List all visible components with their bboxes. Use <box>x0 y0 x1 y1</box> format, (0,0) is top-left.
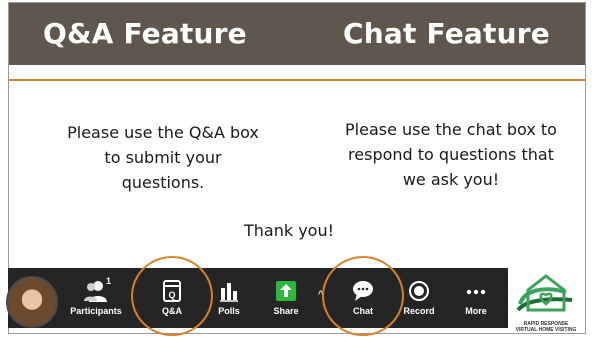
chat-feature-title: Chat Feature <box>343 17 550 50</box>
polls-icon <box>220 283 238 302</box>
qa-instructions: Please use the Q&A box to submit your qu… <box>67 123 259 192</box>
avatar <box>6 276 58 328</box>
chat-instructions: Please use the chat box to respond to qu… <box>345 120 557 189</box>
accent-divider <box>9 79 585 81</box>
record-icon <box>409 281 429 301</box>
house-logo-icon <box>516 274 573 312</box>
more-label: More <box>465 306 487 316</box>
share-button[interactable]: Share <box>256 274 316 324</box>
rapid-response-logo: RAPID RESPONSE VIRTUAL HOME VISITING <box>514 270 578 333</box>
more-button[interactable]: More <box>446 274 506 324</box>
slide-header: Q&A Feature Chat Feature <box>9 3 585 65</box>
participants-button[interactable]: 1 Participants <box>66 274 126 324</box>
qa-feature-title: Q&A Feature <box>43 17 247 50</box>
share-icon <box>276 281 296 301</box>
share-label: Share <box>273 306 299 316</box>
more-icon <box>466 289 486 295</box>
qa-highlight-circle <box>131 256 213 336</box>
participants-count: 1 <box>106 276 112 286</box>
chat-highlight-circle <box>322 256 404 336</box>
thank-you-text: Thank you! <box>243 221 335 240</box>
participants-label: Participants <box>70 306 122 316</box>
logo-line-2: VIRTUAL HOME VISITING <box>515 327 577 333</box>
